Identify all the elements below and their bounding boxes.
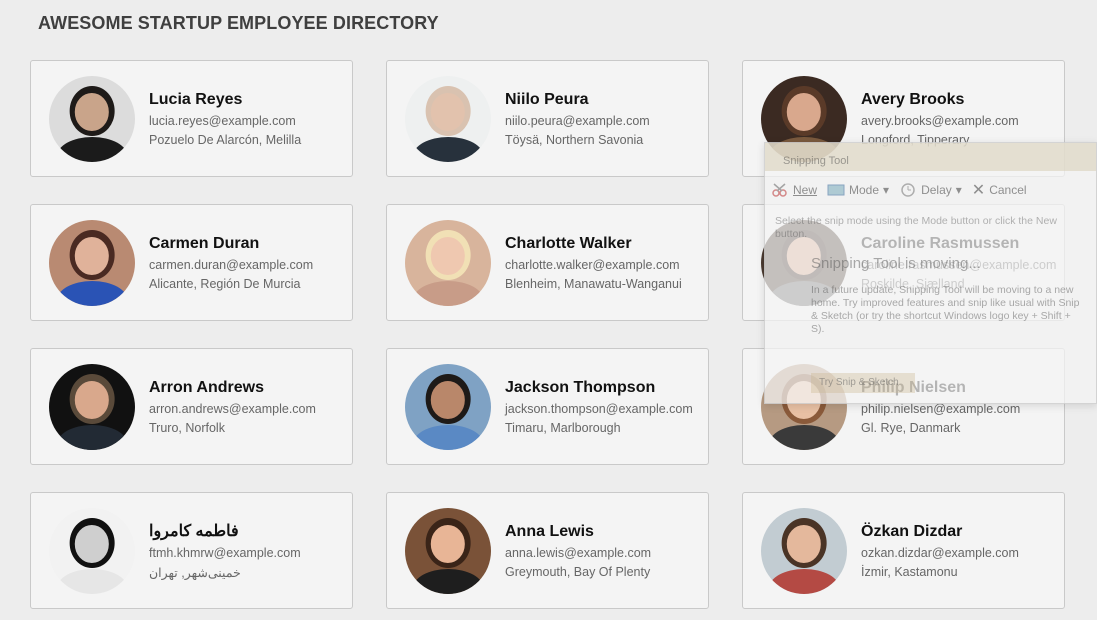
- avatar: [49, 507, 135, 594]
- mode-icon: [827, 184, 845, 196]
- snip-delay-label: Delay: [921, 183, 952, 197]
- employee-card[interactable]: Lucia Reyes lucia.reyes@example.com Pozuel…: [30, 60, 353, 177]
- employee-info: Avery Brooks avery.brooks@example.com Long…: [861, 91, 1019, 147]
- snip-new-label: New: [793, 183, 818, 197]
- employee-name: Niilo Peura: [505, 90, 589, 108]
- close-icon: ✕: [971, 182, 986, 199]
- employee-name: Anna Lewis: [505, 522, 594, 540]
- employee-info: Arron Andrews arron.andrews@example.com Tr…: [149, 379, 316, 435]
- employee-info: فاطمه کامروا ftmh.khmrw@example.com خمینی‌…: [149, 521, 301, 580]
- employee-email: jackson.thompson@example.com: [505, 401, 693, 416]
- employee-location: Truro, Norfolk: [149, 420, 225, 435]
- snip-mode-label: Mode: [849, 183, 880, 197]
- employee-email: avery.brooks@example.com: [861, 113, 1019, 128]
- snip-new-button[interactable]: New: [771, 183, 817, 197]
- employee-location: İzmir, Kastamonu: [861, 564, 958, 579]
- employee-info: Carmen Duran carmen.duran@example.com Alic…: [149, 235, 313, 291]
- employee-info: Özkan Dizdar ozkan.dizdar@example.com İzmi…: [861, 523, 1019, 579]
- scissors-icon: [772, 183, 787, 197]
- clock-icon: [901, 183, 915, 197]
- employee-email: ozkan.dizdar@example.com: [861, 545, 1019, 560]
- snip-cancel-button[interactable]: ✕ Cancel: [972, 180, 1027, 200]
- employee-info: Lucia Reyes lucia.reyes@example.com Pozuel…: [149, 91, 301, 147]
- avatar: [405, 363, 491, 450]
- employee-email: arron.andrews@example.com: [149, 401, 316, 416]
- employee-location: Pozuelo De Alarcón, Melilla: [149, 132, 302, 147]
- employee-card[interactable]: Arron Andrews arron.andrews@example.com Tr…: [30, 348, 353, 465]
- page-title: AWESOME STARTUP EMPLOYEE DIRECTORY: [38, 13, 439, 33]
- employee-email: charlotte.walker@example.com: [505, 257, 680, 272]
- snip-moving-body: In a future update, Snipping Tool will b…: [811, 284, 1080, 335]
- employee-location: خمینی‌شهر, تهران: [149, 566, 241, 580]
- employee-card[interactable]: Jackson Thompson jackson.thompson@example…: [386, 348, 709, 465]
- employee-location: Timaru, Marlborough: [505, 420, 621, 435]
- snip-mode-button[interactable]: Mode ▾: [827, 183, 889, 197]
- employee-card[interactable]: فاطمه کامروا ftmh.khmrw@example.com خمینی‌…: [30, 492, 353, 609]
- employee-email: ftmh.khmrw@example.com: [149, 546, 301, 560]
- employee-email: niilo.peura@example.com: [505, 113, 650, 128]
- snip-titlebar[interactable]: Snipping Tool: [765, 143, 1096, 171]
- employee-name: Lucia Reyes: [149, 90, 243, 108]
- employee-location: Greymouth, Bay Of Plenty: [505, 564, 651, 579]
- snip-title: Snipping Tool: [783, 155, 849, 167]
- employee-location: Blenheim, Manawatu-Wanganui: [505, 276, 682, 291]
- avatar: [49, 363, 135, 450]
- avatar: [405, 219, 491, 306]
- employee-name: Arron Andrews: [149, 378, 264, 396]
- employee-name: Özkan Dizdar: [861, 522, 963, 540]
- employee-card[interactable]: Niilo Peura niilo.peura@example.com Töysä,…: [386, 60, 709, 177]
- employee-email: carmen.duran@example.com: [149, 257, 314, 272]
- employee-card[interactable]: Charlotte Walker charlotte.walker@example…: [386, 204, 709, 321]
- employee-name: فاطمه کامروا: [149, 523, 239, 540]
- employee-info: Niilo Peura niilo.peura@example.com Töysä,…: [505, 91, 650, 147]
- snip-hint-text: Select the snip mode using the Mode butt…: [775, 215, 1057, 240]
- employee-name: Avery Brooks: [861, 90, 965, 108]
- employee-info: Charlotte Walker charlotte.walker@example…: [505, 235, 682, 291]
- avatar: [405, 75, 491, 162]
- avatar: [761, 507, 847, 594]
- employee-location: Gl. Rye, Danmark: [861, 420, 961, 435]
- avatar: [405, 507, 491, 594]
- employee-location: Alicante, Región De Murcia: [149, 276, 301, 291]
- employee-name: Jackson Thompson: [505, 378, 656, 396]
- snip-moving-title: Snipping Tool is moving...: [811, 255, 981, 272]
- snip-toolbar: New Mode ▾ Delay ▾ ✕ Cancel: [765, 171, 1096, 209]
- employee-info: Jackson Thompson jackson.thompson@example…: [505, 379, 693, 435]
- employee-card[interactable]: Carmen Duran carmen.duran@example.com Alic…: [30, 204, 353, 321]
- employee-name: Carmen Duran: [149, 234, 260, 252]
- employee-email: lucia.reyes@example.com: [149, 113, 296, 128]
- employee-email: anna.lewis@example.com: [505, 545, 652, 560]
- chevron-down-icon: ▾: [955, 183, 962, 197]
- chevron-down-icon: ▾: [883, 183, 890, 197]
- employee-card[interactable]: Anna Lewis anna.lewis@example.com Greymout…: [386, 492, 709, 609]
- avatar: [49, 75, 135, 162]
- employee-name: Charlotte Walker: [505, 234, 632, 252]
- employee-location: Töysä, Northern Savonia: [505, 132, 644, 147]
- snip-cancel-label: Cancel: [989, 183, 1027, 197]
- employee-card[interactable]: Özkan Dizdar ozkan.dizdar@example.com İzmi…: [742, 492, 1065, 609]
- try-snip-sketch-button[interactable]: Try Snip & Sketch: [811, 373, 915, 393]
- snip-delay-button[interactable]: Delay ▾: [899, 183, 962, 197]
- avatar: [49, 219, 135, 306]
- employee-info: Anna Lewis anna.lewis@example.com Greymout…: [505, 523, 651, 579]
- snipping-tool-window[interactable]: Snipping Tool New Mode ▾ Delay ▾ ✕ Cance…: [764, 142, 1097, 404]
